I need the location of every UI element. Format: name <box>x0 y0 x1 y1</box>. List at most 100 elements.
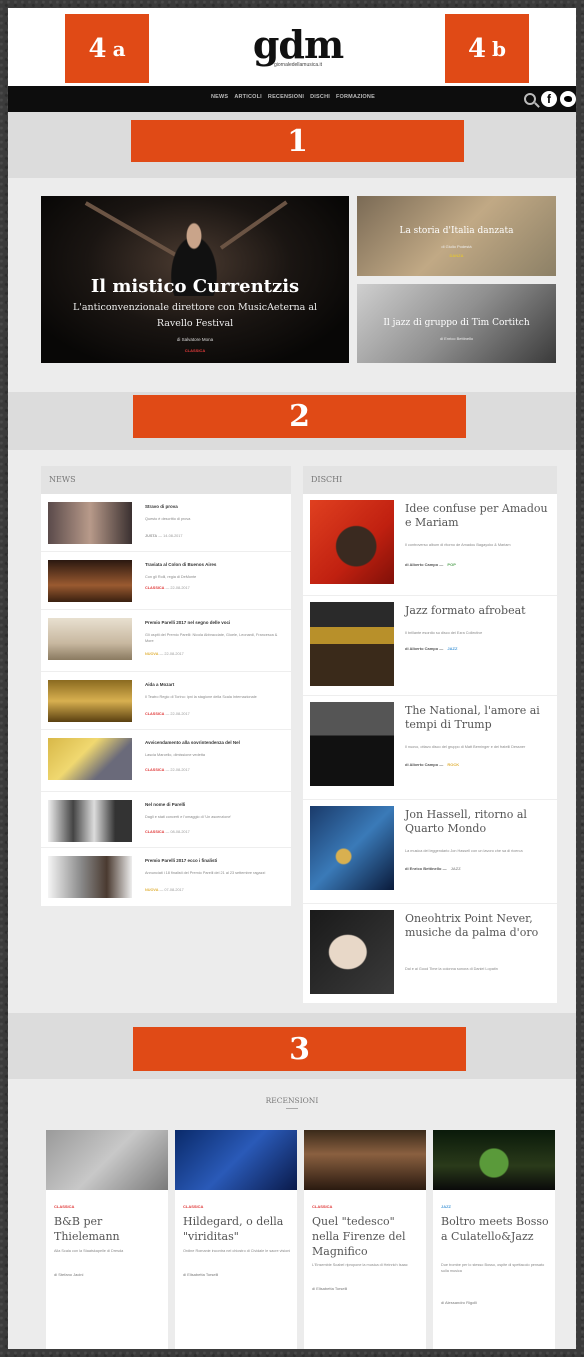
review-category[interactable]: CLASSICA <box>312 1204 332 1209</box>
news-title[interactable]: Nel nome di Parelli <box>145 802 285 807</box>
news-date: 08-08-2017 <box>170 830 190 834</box>
review-title[interactable]: B&B per Thielemann <box>54 1214 164 1244</box>
facebook-icon[interactable]: f <box>541 91 557 107</box>
hero-side-title[interactable]: La storia d'Italia danzata <box>357 226 556 236</box>
hero-subtitle: L'anticonvenzionale direttore con MusicA… <box>72 302 318 329</box>
review-image[interactable] <box>175 1130 297 1190</box>
disco-author[interactable]: di Alberto Campo <box>405 762 438 767</box>
news-date: 22-08-2017 <box>170 586 190 590</box>
review-description: Alla Scala con la Staatskapelle di Dresd… <box>54 1249 124 1253</box>
disco-description: La musica del leggendario Jon Hassell co… <box>405 849 523 853</box>
news-title[interactable]: Traviata al Colon di Buenos Aires <box>145 562 285 567</box>
review-category[interactable]: CLASSICA <box>54 1204 74 1209</box>
review-title[interactable]: Hildegard, o della "viriditas" <box>183 1214 293 1244</box>
review-image[interactable] <box>46 1130 168 1190</box>
album-cover[interactable] <box>310 806 394 890</box>
disco-item[interactable]: Idee confuse per Amadou e Mariam Il cont… <box>303 494 557 596</box>
news-title[interactable]: Premio Parelli 2017 ecco i finalisti <box>145 858 285 863</box>
disco-author[interactable]: di Alberto Campo <box>405 562 438 567</box>
review-author[interactable]: di Elisabetta Torselli <box>183 1272 218 1277</box>
news-thumbnail[interactable] <box>48 618 132 660</box>
news-category[interactable]: NUOVA <box>145 888 158 892</box>
recensioni-heading[interactable]: RECENSIONI <box>8 1096 576 1105</box>
review-author[interactable]: di Elisabetta Torselli <box>312 1286 347 1291</box>
hero-side-category[interactable]: DANZA <box>357 253 556 258</box>
review-category[interactable]: CLASSICA <box>183 1204 203 1209</box>
news-item[interactable]: Premio Parelli 2017 nel segno delle voci… <box>41 610 291 672</box>
news-category[interactable]: CLASSICA <box>145 768 164 772</box>
hero-side-title[interactable]: Il jazz di gruppo di Tim Cortitch <box>357 318 556 328</box>
news-item[interactable]: Avvicendamento alla sovrintendenza del N… <box>41 730 291 792</box>
hero-title[interactable]: Il mistico Currentzis <box>41 276 349 297</box>
search-icon[interactable] <box>522 91 538 107</box>
review-card[interactable]: CLASSICA Hildegard, o della "viriditas" … <box>175 1130 297 1349</box>
review-title[interactable]: Quel "tedesco" nella Firenze del Magnifi… <box>312 1214 422 1259</box>
disco-title[interactable]: Oneohtrix Point Never, musiche da palma … <box>405 912 553 940</box>
news-category[interactable]: CLASSICA <box>145 712 164 716</box>
news-category[interactable]: NUOVA <box>145 652 158 656</box>
disco-genre[interactable]: ROCK <box>447 762 459 767</box>
page: 4 a gdm giornaledellamusica.it 4 b NEWS … <box>8 8 576 1349</box>
album-cover[interactable] <box>310 702 394 786</box>
news-heading[interactable]: NEWS <box>41 466 291 494</box>
news-item[interactable]: Premio Parelli 2017 ecco i finalisti Ann… <box>41 848 291 906</box>
disco-genre[interactable]: JAZZ <box>447 646 457 651</box>
news-thumbnail[interactable] <box>48 800 132 842</box>
disco-item[interactable]: Oneohtrix Point Never, musiche da palma … <box>303 904 557 1003</box>
disco-title[interactable]: The National, l'amore ai tempi di Trump <box>405 704 553 732</box>
disco-author[interactable]: di Alberto Campo <box>405 646 438 651</box>
nav-item-recensioni[interactable]: RECENSIONI <box>268 94 304 100</box>
news-thumbnail[interactable] <box>48 560 132 602</box>
hero-side-article[interactable]: Il jazz di gruppo di Tim Cortitch di Enr… <box>357 284 556 363</box>
twitter-icon[interactable] <box>560 91 576 107</box>
review-author[interactable]: di Alessandro Rigolli <box>441 1300 477 1305</box>
news-thumbnail[interactable] <box>48 502 132 544</box>
news-category[interactable]: CLASSICA <box>145 586 164 590</box>
disco-item[interactable]: The National, l'amore ai tempi di Trump … <box>303 696 557 800</box>
news-title[interactable]: Premio Parelli 2017 nel segno delle voci <box>145 620 285 625</box>
album-cover[interactable] <box>310 910 394 994</box>
album-cover[interactable] <box>310 500 394 584</box>
review-image[interactable] <box>304 1130 426 1190</box>
review-card[interactable]: JAZZ Boltro meets Bosso a Culatello&Jazz… <box>433 1130 555 1349</box>
nav-item-articoli[interactable]: ARTICOLI <box>234 94 262 100</box>
news-category[interactable]: CLASSICA <box>145 830 164 834</box>
review-title[interactable]: Boltro meets Bosso a Culatello&Jazz <box>441 1214 551 1244</box>
news-item[interactable]: Traviata al Colon di Buenos Aires Con gl… <box>41 552 291 610</box>
news-thumbnail[interactable] <box>48 856 132 898</box>
news-item[interactable]: Aida a Mozart Il Teatro Regio di Torino:… <box>41 672 291 730</box>
site-logo[interactable]: gdm giornaledellamusica.it <box>248 22 348 69</box>
news-title[interactable]: Avvicendamento alla sovrintendenza del N… <box>145 740 285 745</box>
news-title[interactable]: Stravo di prova <box>145 504 285 509</box>
disco-author[interactable]: di Enrico Bettinello <box>405 866 441 871</box>
annotation-tag-4a: 4 a <box>65 14 149 83</box>
hero-category[interactable]: CLASSICA <box>41 348 349 353</box>
review-image[interactable] <box>433 1130 555 1190</box>
review-category[interactable]: JAZZ <box>441 1204 451 1209</box>
news-thumbnail[interactable] <box>48 680 132 722</box>
nav-item-news[interactable]: NEWS <box>211 94 228 100</box>
disco-title[interactable]: Idee confuse per Amadou e Mariam <box>405 502 553 530</box>
news-item[interactable]: Stravo di prova Questo è descritto di pr… <box>41 494 291 552</box>
disco-title[interactable]: Jon Hassell, ritorno al Quarto Mondo <box>405 808 553 836</box>
nav-item-formazione[interactable]: FORMAZIONE <box>336 94 375 100</box>
hero-main-article[interactable]: Il mistico Currentzis L'anticonvenzional… <box>41 196 349 363</box>
review-card[interactable]: CLASSICA Quel "tedesco" nella Firenze de… <box>304 1130 426 1349</box>
nav-item-dischi[interactable]: DISCHI <box>310 94 330 100</box>
hero-side-article[interactable]: La storia d'Italia danzata di Giulio Pod… <box>357 196 556 276</box>
disco-genre[interactable]: JAZZ <box>451 866 461 871</box>
review-card[interactable]: CLASSICA B&B per Thielemann Alla Scala c… <box>46 1130 168 1349</box>
disco-title[interactable]: Jazz formato afrobeat <box>405 604 553 618</box>
news-thumbnail[interactable] <box>48 738 132 780</box>
review-author[interactable]: di Stefano Jacini <box>54 1272 83 1277</box>
news-item[interactable]: Nel nome di Parelli Dagli e stati concer… <box>41 792 291 848</box>
disco-item[interactable]: Jazz formato afrobeat Il brillante esord… <box>303 596 557 696</box>
disco-item[interactable]: Jon Hassell, ritorno al Quarto Mondo La … <box>303 800 557 904</box>
news-title[interactable]: Aida a Mozart <box>145 682 285 687</box>
logo-text: gdm <box>252 22 344 67</box>
album-cover[interactable] <box>310 602 394 686</box>
news-category[interactable]: JUSTA <box>145 534 157 538</box>
hero-side-author: di Giulio Podestà <box>441 244 472 249</box>
dischi-heading[interactable]: DISCHI <box>303 466 557 494</box>
disco-genre[interactable]: POP <box>447 562 455 567</box>
